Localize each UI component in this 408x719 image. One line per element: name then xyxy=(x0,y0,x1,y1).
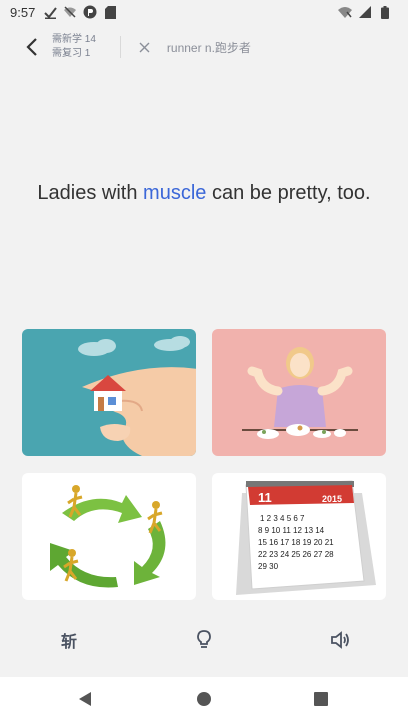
circle-home-icon xyxy=(197,692,211,706)
calendar-row: 8 9 10 11 12 13 14 xyxy=(258,526,325,535)
sentence-after: can be pretty, too. xyxy=(206,182,371,204)
calendar-row: 29 30 xyxy=(258,562,279,571)
calendar-month: 11 xyxy=(258,490,272,505)
calendar-row: 15 16 17 18 19 20 21 xyxy=(258,538,334,547)
recycle-people-image xyxy=(50,485,166,588)
battery-icon xyxy=(378,5,392,19)
lightbulb-icon xyxy=(197,630,211,648)
close-icon xyxy=(139,42,150,52)
header-divider xyxy=(119,36,121,58)
nav-home-button[interactable] xyxy=(194,689,214,709)
top-bar: 需新学 14 需复习 1 runner n.跑步者 xyxy=(0,24,408,70)
example-sentence: Ladies with muscle can be pretty, too. xyxy=(0,182,408,205)
system-nav-bar xyxy=(0,677,408,719)
wifi-icon xyxy=(338,5,352,19)
status-time: 9:57 xyxy=(10,4,36,20)
review-words-count: 需复习 1 xyxy=(52,48,91,59)
strong-woman-image xyxy=(242,347,358,439)
sentence-before: Ladies with xyxy=(37,182,144,204)
option-card-2[interactable] xyxy=(212,329,386,456)
triangle-back-icon xyxy=(79,692,91,706)
option-card-3[interactable] xyxy=(22,473,196,600)
nav-back-button[interactable] xyxy=(75,689,95,709)
sound-button[interactable] xyxy=(328,628,352,652)
nav-recents-button[interactable] xyxy=(311,689,331,709)
calendar-row: 22 23 24 25 26 27 28 xyxy=(258,550,334,559)
square-recents-icon xyxy=(314,692,328,706)
chop-button[interactable]: 斩 xyxy=(57,628,81,652)
wifi-off-icon xyxy=(63,5,77,19)
current-word: runner n.跑步者 xyxy=(166,40,251,55)
action-toolbar: 斩 xyxy=(0,620,408,660)
sentence-highlight: muscle xyxy=(143,182,207,204)
option-card-4[interactable]: 11 2015 1 2 3 4 5 6 7 8 9 10 11 12 13 14… xyxy=(212,473,386,600)
house-in-hand-image xyxy=(78,336,196,456)
chevron-left-icon xyxy=(26,38,37,56)
option-card-1[interactable] xyxy=(22,329,196,456)
progress-counts: 需新学 14 需复习 1 xyxy=(52,33,96,61)
speaker-icon xyxy=(331,631,349,649)
status-right xyxy=(338,5,398,19)
app-notification-icon xyxy=(83,5,97,19)
status-bar: 9:57 xyxy=(0,0,408,24)
signal-icon xyxy=(358,5,372,19)
hint-button[interactable] xyxy=(192,628,216,652)
calendar-image: 11 2015 1 2 3 4 5 6 7 8 9 10 11 12 13 14… xyxy=(236,480,376,595)
sd-card-icon xyxy=(103,5,117,19)
calendar-year: 2015 xyxy=(322,494,342,504)
check-icon xyxy=(43,5,57,19)
back-button[interactable] xyxy=(12,27,52,67)
calendar-row: 1 2 3 4 5 6 7 xyxy=(260,514,305,523)
close-button[interactable] xyxy=(135,37,155,57)
new-words-count: 需新学 14 xyxy=(52,34,96,45)
